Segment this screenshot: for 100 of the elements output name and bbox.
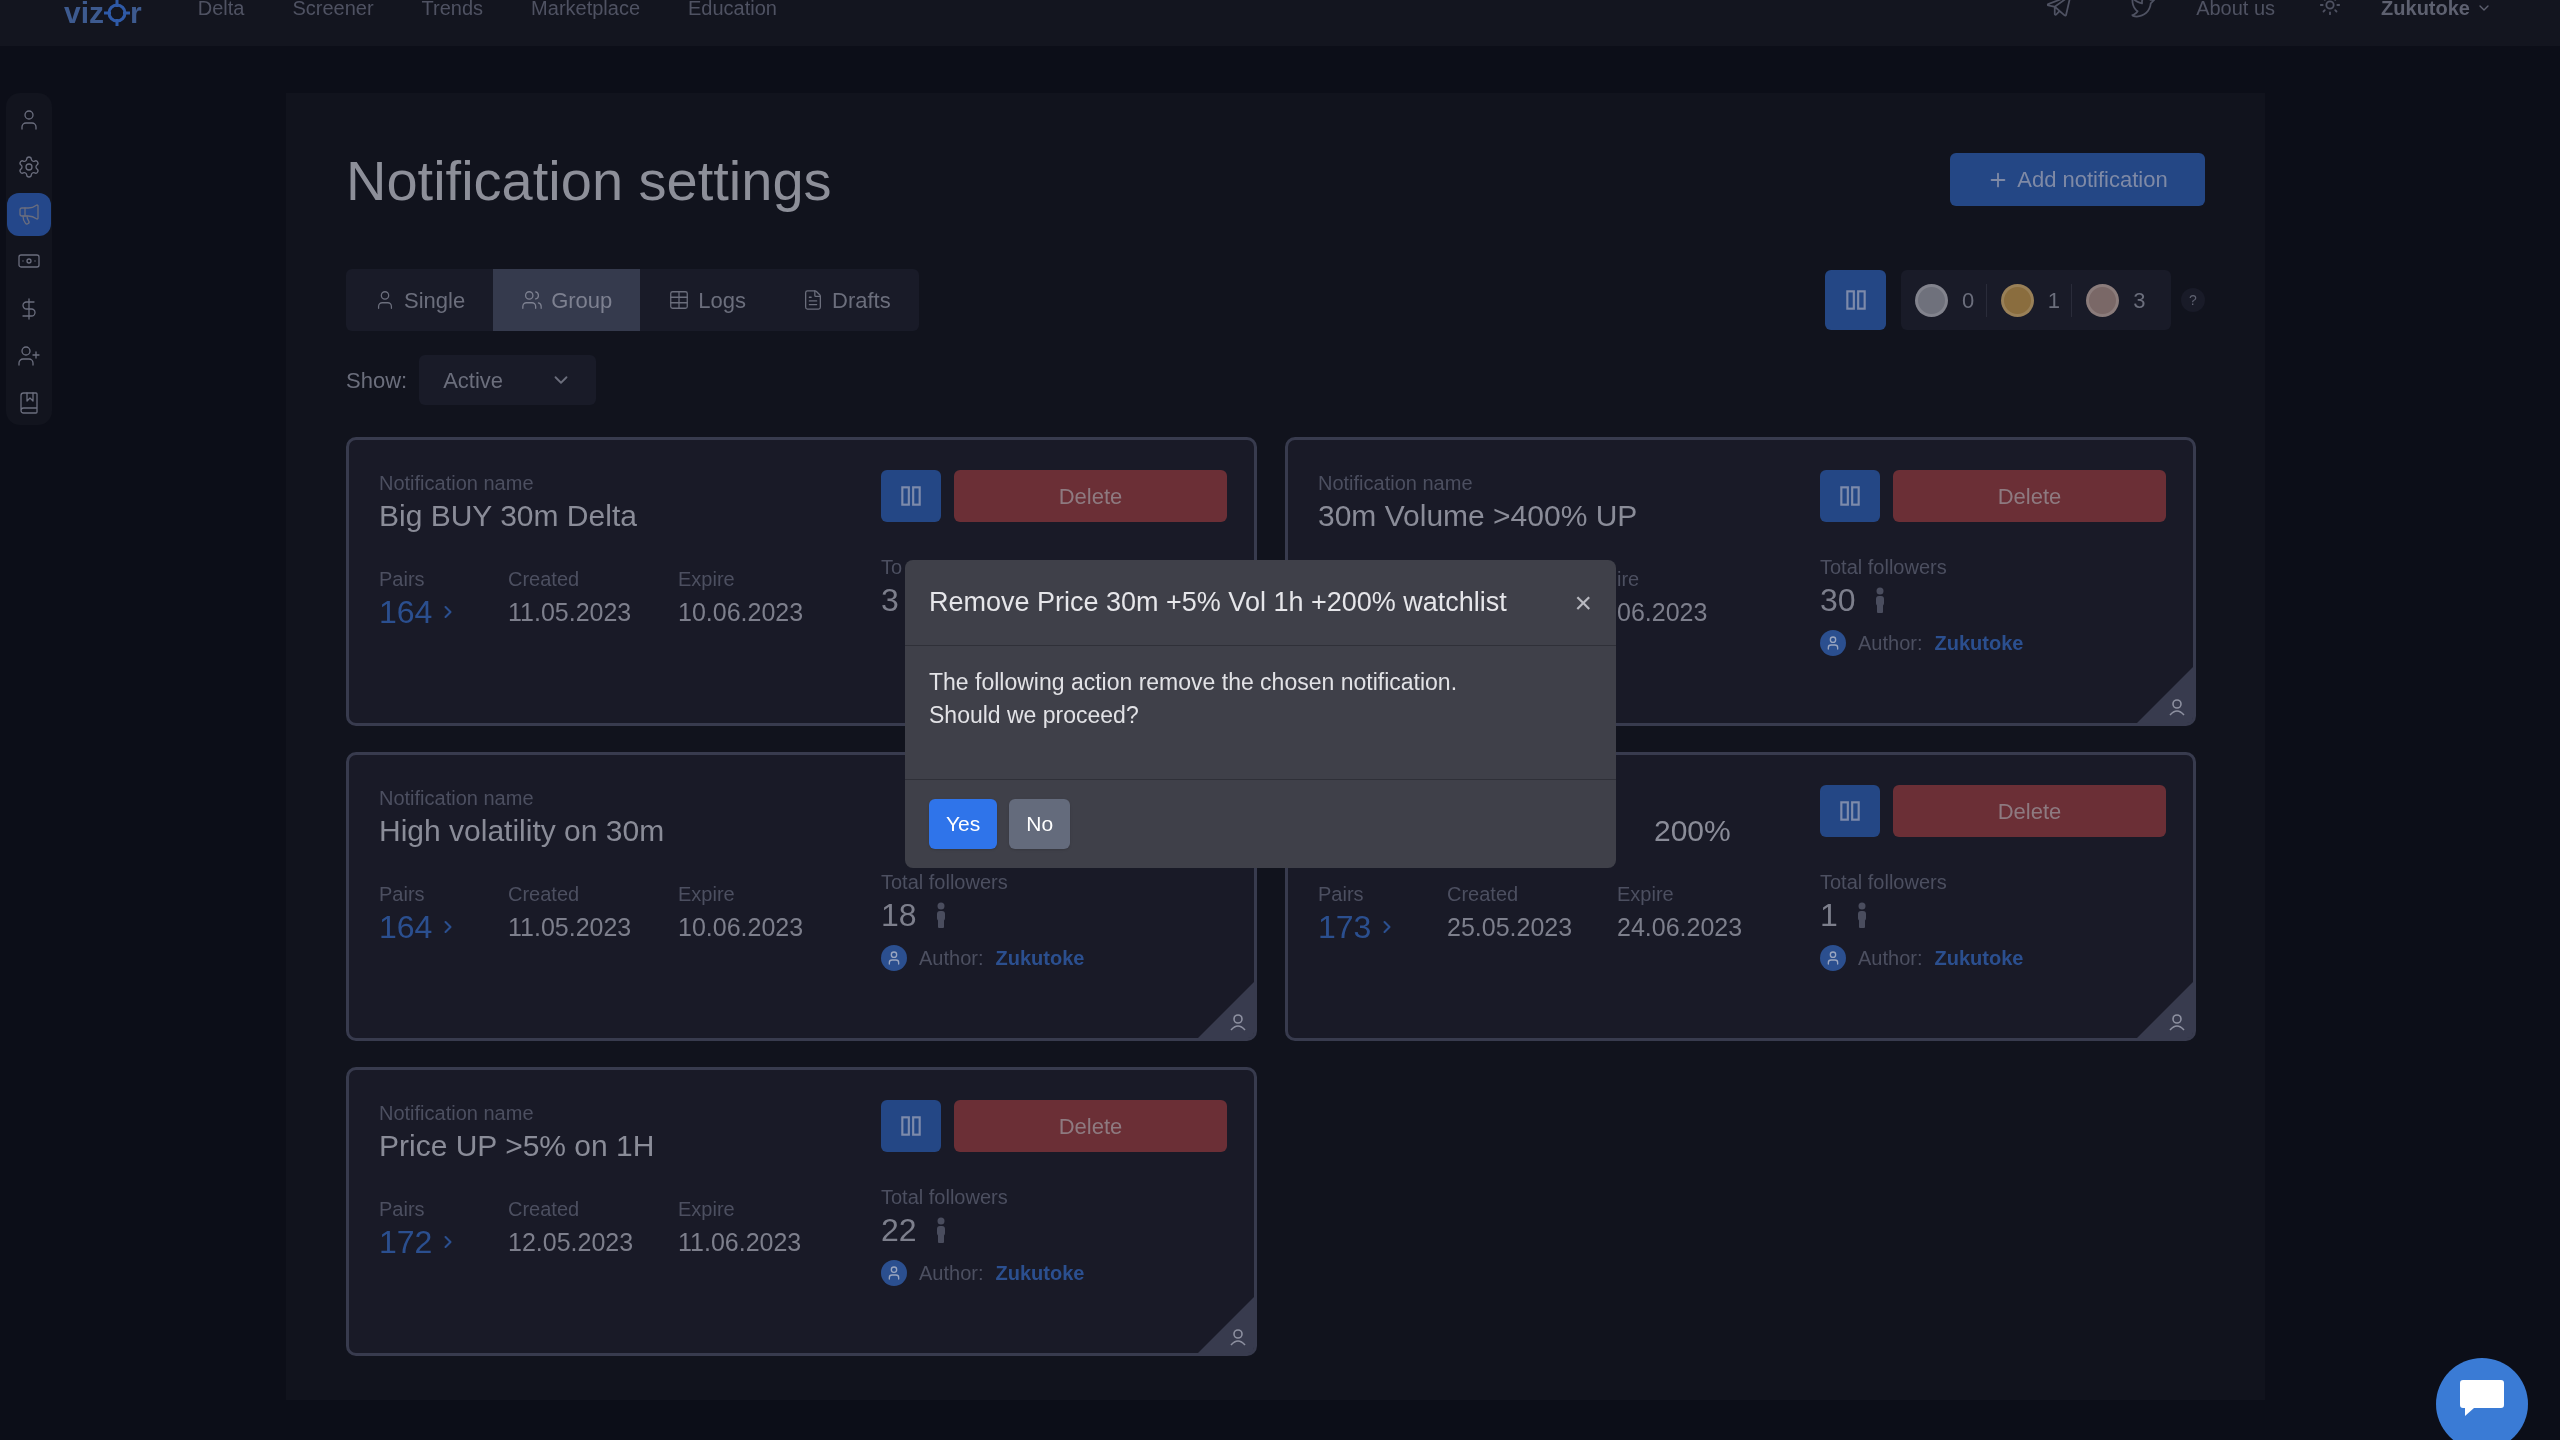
crosshair-icon: [104, 0, 131, 26]
date-value: 10.06.2023: [678, 912, 805, 943]
delete-button[interactable]: Delete: [954, 470, 1227, 522]
author-label: Author:: [1858, 946, 1923, 971]
stat-label: Pairs: [379, 567, 426, 592]
pairs-link[interactable]: 164: [379, 592, 508, 632]
author-avatar: [1820, 630, 1846, 656]
stat-label: Expire: [678, 882, 736, 907]
tab[interactable]: Logs: [640, 269, 775, 331]
followers-count: 18: [881, 896, 917, 935]
followers-count: 22: [881, 1211, 917, 1250]
nav-link[interactable]: Education: [688, 0, 777, 16]
author-label: Author:: [919, 1261, 984, 1286]
coin-count: 1: [2047, 286, 2060, 315]
show-dropdown[interactable]: Active: [419, 355, 597, 405]
add-notification-button[interactable]: Add notification: [1950, 153, 2205, 206]
close-button[interactable]: ×: [1574, 587, 1592, 618]
pause-icon: [898, 483, 924, 509]
logo-text: viz: [64, 0, 105, 26]
followers-count: 3: [881, 581, 899, 620]
author-label: Author:: [1858, 631, 1923, 656]
chat-bubble-icon: [2460, 1380, 2504, 1416]
field-label: Notification name: [1318, 471, 1474, 496]
pause-button[interactable]: [1825, 270, 1886, 330]
author-avatar: [881, 945, 907, 971]
page-title: Notification settings: [346, 149, 832, 213]
field-label: Notification name: [379, 471, 535, 496]
field-label: Notification name: [379, 786, 535, 811]
pause-icon: [1837, 798, 1863, 824]
followers-count: 30: [1820, 581, 1856, 620]
stat-label: Pairs: [1318, 882, 1365, 907]
date-value: 11.05.2023: [508, 597, 633, 628]
pairs-link[interactable]: 172: [379, 1222, 508, 1262]
followers-label: Total followers: [881, 871, 1008, 893]
field-label: Notification name: [379, 1101, 535, 1126]
notification-title: Price UP >5% on 1H: [379, 1128, 656, 1164]
users-icon: [521, 289, 544, 311]
author-label: Author:: [919, 946, 984, 971]
date-value: 10.06.2023: [678, 597, 805, 628]
pairs-link[interactable]: 164: [379, 907, 508, 947]
stat-label: Created: [508, 567, 581, 592]
book-icon: [17, 391, 41, 416]
date-value: 25.05.2023: [1447, 912, 1574, 943]
date-value: 12.05.2023: [508, 1227, 635, 1258]
author-avatar: [881, 1260, 907, 1286]
pause-button[interactable]: [1820, 470, 1880, 522]
stat-label: Expire: [1617, 882, 1675, 907]
pairs-link[interactable]: 173: [1318, 907, 1447, 947]
author-avatar: [1820, 945, 1846, 971]
help-button[interactable]: ?: [2181, 288, 2205, 312]
notification-title: 30m Volume >400% UP: [1318, 498, 1639, 534]
stat-label: Created: [508, 1197, 581, 1222]
notification-title: Big BUY 30m Delta: [379, 498, 638, 534]
tab[interactable]: Drafts: [774, 269, 919, 331]
followers-label: To: [881, 556, 903, 578]
dialog-title: Remove Price 30m +5% Vol 1h +200% watchlist: [929, 586, 1507, 620]
stat-label: Created: [508, 882, 581, 907]
nav-link[interactable]: Delta: [197, 0, 245, 16]
dialog-message: The following action remove the chosen notification. Should we proceed?: [929, 668, 1459, 730]
date-value: 24.06.2023: [1617, 912, 1744, 943]
tab[interactable]: Single: [346, 269, 494, 331]
author-link[interactable]: Zukutoke: [1934, 943, 2024, 973]
stat-label: ire: [1617, 567, 1641, 592]
pause-icon: [1837, 483, 1863, 509]
notification-title: High volatility on 30m: [379, 813, 666, 849]
table-icon: [668, 289, 691, 311]
author-link[interactable]: Zukutoke: [995, 943, 1085, 973]
pause-button[interactable]: [881, 470, 941, 522]
sidebar-item[interactable]: [7, 192, 51, 236]
stat-label: Created: [1447, 882, 1520, 907]
nav-link[interactable]: About us: [2196, 0, 2276, 16]
followers-label: Total followers: [1820, 871, 1947, 893]
coin-count: 3: [2133, 286, 2146, 315]
pause-icon: [898, 1113, 924, 1139]
date-value: 06.2023: [1617, 597, 1709, 628]
logo-text: r: [130, 0, 142, 26]
nav-link[interactable]: Trends: [421, 0, 484, 16]
date-value: 11.05.2023: [508, 912, 633, 943]
stat-label: Expire: [678, 1197, 736, 1222]
user-menu[interactable]: Zukutoke: [2381, 0, 2492, 16]
stat-label: Pairs: [379, 1197, 426, 1222]
author-link[interactable]: Zukutoke: [1934, 628, 2024, 658]
delete-button[interactable]: Delete: [1893, 785, 2166, 837]
delete-button[interactable]: Delete: [1893, 470, 2166, 522]
notification-title: 200%: [1653, 813, 1732, 849]
cancel-button[interactable]: No: [1009, 799, 1071, 849]
settings-icon: [17, 154, 41, 179]
tab[interactable]: Group: [493, 269, 641, 331]
pause-button[interactable]: [881, 1100, 941, 1152]
coin-count: 0: [1962, 286, 1975, 315]
date-value: 11.06.2023: [678, 1227, 803, 1258]
megaphone-icon: [17, 202, 41, 227]
theme-sun-icon[interactable]: [2319, 0, 2342, 16]
followers-label: Total followers: [881, 1186, 1008, 1208]
author-link[interactable]: Zukutoke: [995, 1258, 1085, 1288]
followers-label: Total followers: [1820, 556, 1947, 578]
confirm-button[interactable]: Yes: [929, 799, 998, 849]
nav-link[interactable]: Screener: [292, 0, 374, 16]
pause-button[interactable]: [1820, 785, 1880, 837]
delete-button[interactable]: Delete: [954, 1100, 1227, 1152]
